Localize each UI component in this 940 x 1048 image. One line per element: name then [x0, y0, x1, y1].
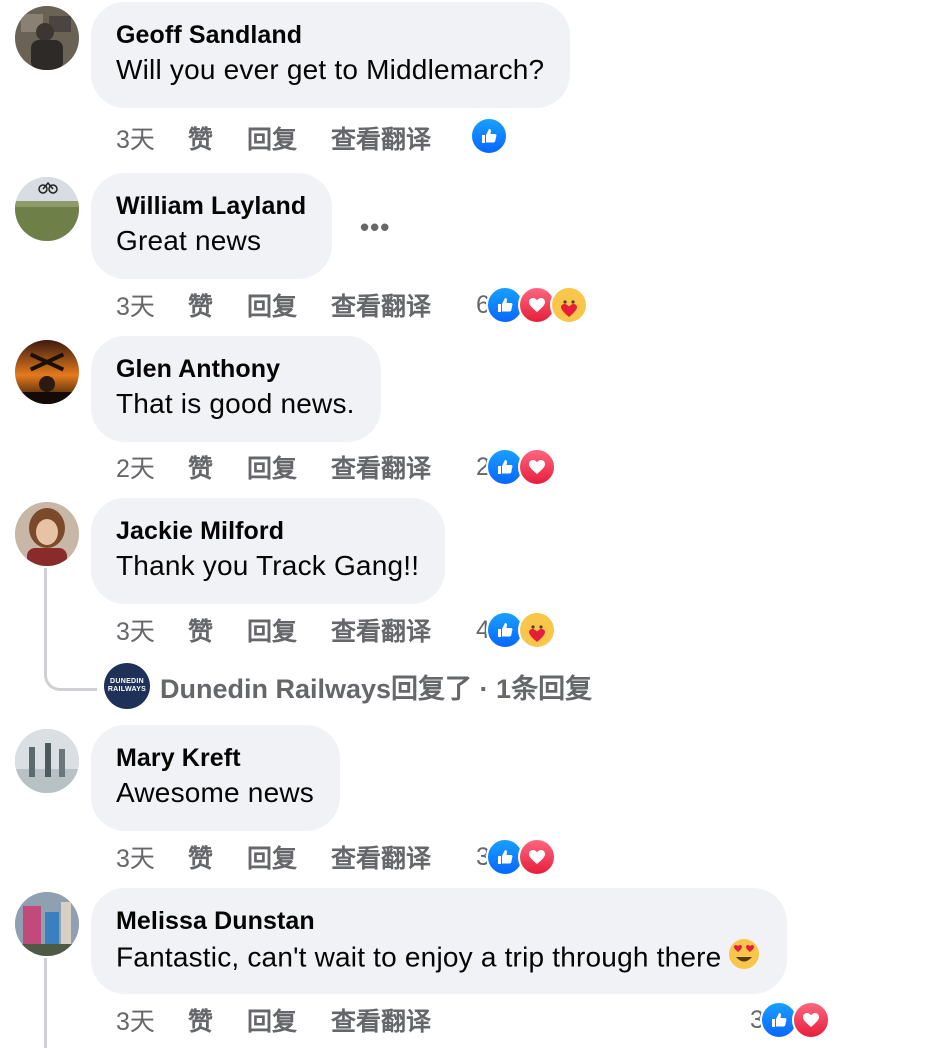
like-button[interactable]: 赞 — [188, 839, 213, 875]
thread-curve — [44, 650, 97, 691]
like-button[interactable]: 赞 — [188, 449, 213, 485]
reactions-summary[interactable]: 3 — [750, 1000, 830, 1040]
see-translation-button[interactable]: 查看翻译 — [331, 120, 431, 156]
see-translation-button[interactable]: 查看翻译 — [331, 449, 431, 485]
heart-eyes-emoji-icon — [727, 937, 761, 981]
avatar[interactable] — [15, 340, 79, 404]
comment-text: Awesome news — [116, 777, 314, 808]
comment-bubble: William Layland Great news — [91, 173, 333, 279]
reactions-summary[interactable]: 4 — [476, 610, 556, 650]
thread-line — [44, 568, 47, 652]
avatar[interactable] — [15, 892, 79, 956]
comment-actions: 2天 赞 回复 查看翻译 — [116, 447, 431, 487]
love-icon — [517, 448, 556, 486]
reply-button[interactable]: 回复 — [247, 449, 297, 485]
view-replies-link[interactable]: DUNEDIN RAILWAYS Dunedin Railways回复了 · 1… — [104, 661, 592, 711]
care-icon — [517, 611, 556, 649]
comment-bubble: Geoff Sandland Will you ever get to Midd… — [91, 2, 571, 108]
replies-summary[interactable]: Dunedin Railways回复了 · 1条回复 — [160, 667, 592, 706]
comment-text-body: Fantastic, can't wait to enjoy a trip th… — [116, 941, 722, 973]
reply-button[interactable]: 回复 — [247, 839, 297, 875]
comment-time[interactable]: 2天 — [116, 449, 188, 485]
love-icon — [791, 1001, 830, 1039]
like-button[interactable]: 赞 — [188, 120, 213, 156]
avatar[interactable] — [15, 6, 79, 70]
see-translation-button[interactable]: 查看翻译 — [331, 287, 431, 323]
commenter-name[interactable]: Jackie Milford — [116, 515, 419, 547]
more-options-button[interactable]: ••• — [360, 212, 390, 243]
comment-bubble: Melissa Dunstan Fantastic, can't wait to… — [91, 888, 788, 994]
comment-text: That is good news. — [116, 388, 355, 419]
comment-actions: 3天 赞 回复 查看翻译 — [116, 610, 431, 650]
see-translation-button[interactable]: 查看翻译 — [331, 1002, 431, 1038]
comment-time[interactable]: 3天 — [116, 120, 188, 156]
commenter-name[interactable]: Mary Kreft — [116, 742, 314, 774]
reply-button[interactable]: 回复 — [247, 1002, 297, 1038]
commenter-name[interactable]: Glen Anthony — [116, 353, 355, 385]
commenter-name[interactable]: Melissa Dunstan — [116, 905, 761, 937]
care-icon — [549, 286, 588, 324]
avatar[interactable] — [15, 502, 79, 566]
like-icon — [470, 117, 508, 155]
comment-text: Thank you Track Gang!! — [116, 550, 420, 581]
reactions-summary[interactable]: 6 — [476, 285, 588, 325]
comment-actions: 3天 赞 回复 查看翻译 — [116, 837, 431, 877]
reply-button[interactable]: 回复 — [247, 287, 297, 323]
like-button[interactable]: 赞 — [188, 1002, 213, 1038]
comment-text: Great news — [116, 225, 262, 256]
see-translation-button[interactable]: 查看翻译 — [331, 612, 431, 648]
comment-actions: 3天 赞 回复 查看翻译 — [116, 285, 431, 325]
page-avatar[interactable]: DUNEDIN RAILWAYS — [104, 663, 150, 709]
comment-time[interactable]: 3天 — [116, 612, 188, 648]
comment-time[interactable]: 3天 — [116, 839, 188, 875]
like-button[interactable]: 赞 — [188, 612, 213, 648]
comment-text: Fantastic, can't wait to enjoy a trip th… — [116, 937, 761, 981]
reply-button[interactable]: 回复 — [247, 120, 297, 156]
reactions-summary[interactable]: 2 — [476, 447, 556, 487]
comment-bubble: Glen Anthony That is good news. — [91, 336, 381, 442]
commenter-name[interactable]: William Layland — [116, 190, 306, 222]
commenter-name[interactable]: Geoff Sandland — [116, 19, 544, 51]
comment-actions: 3天 赞 回复 查看翻译 — [116, 118, 431, 158]
see-translation-button[interactable]: 查看翻译 — [331, 839, 431, 875]
comment-bubble: Mary Kreft Awesome news — [91, 725, 340, 831]
avatar[interactable] — [15, 177, 79, 241]
comment-actions: 3天 赞 回复 查看翻译 — [116, 1000, 431, 1040]
page-avatar-line: RAILWAYS — [107, 686, 147, 693]
thread-line — [44, 958, 47, 1048]
comment-text: Will you ever get to Middlemarch? — [116, 54, 545, 85]
reactions-summary[interactable] — [470, 116, 508, 156]
avatar[interactable] — [15, 729, 79, 793]
reactions-summary[interactable]: 3 — [476, 837, 556, 877]
page-avatar-line: DUNEDIN — [110, 678, 144, 685]
love-icon — [517, 838, 556, 876]
comment-time[interactable]: 3天 — [116, 1002, 188, 1038]
like-button[interactable]: 赞 — [188, 287, 213, 323]
comment-bubble: Jackie Milford Thank you Track Gang!! — [91, 498, 446, 604]
comment-time[interactable]: 3天 — [116, 287, 188, 323]
reply-button[interactable]: 回复 — [247, 612, 297, 648]
